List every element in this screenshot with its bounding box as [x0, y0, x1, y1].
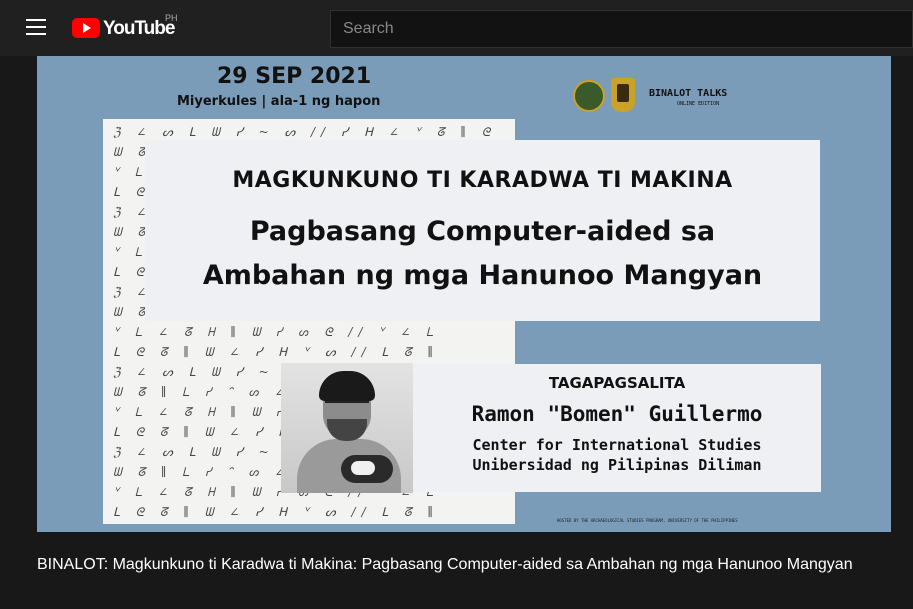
headline: MAGKUNKUNO TI KARADWA TI MAKINA	[232, 168, 733, 193]
host-credit: HOSTED BY THE ARCHAEOLOGICAL STUDIES PRO…	[557, 518, 738, 523]
speaker-photo	[281, 363, 413, 493]
search-box[interactable]	[330, 10, 913, 48]
video-player[interactable]: 29 SEP 2021 Miyerkules | ala-1 ng hapon …	[37, 56, 891, 532]
speaker-name: Ramon "Bomen" Guillermo	[471, 402, 763, 426]
program-seal-icon	[611, 78, 635, 112]
subtitle-line-1: Pagbasang Computer-aided sa	[249, 216, 716, 247]
hamburger-menu-icon[interactable]	[26, 19, 46, 35]
event-date: 29 SEP 2021	[217, 64, 372, 89]
affiliation-line-2: Unibersidad ng Pilipinas Diliman	[472, 456, 762, 474]
university-seal-icon	[573, 80, 605, 112]
speaker-box: TAGAPAGSALITA Ramon "Bomen" Guillermo Ce…	[413, 364, 821, 492]
series-name: BINALOT TALKS	[649, 88, 728, 99]
country-code: PH	[165, 13, 178, 23]
title-box: MAGKUNKUNO TI KARADWA TI MAKINA Pagbasan…	[145, 140, 820, 321]
youtube-play-icon	[72, 18, 100, 38]
search-input[interactable]	[331, 11, 912, 47]
speaker-label: TAGAPAGSALITA	[548, 374, 686, 392]
subtitle-line-2: Ambahan ng mga Hanunoo Mangyan	[202, 260, 763, 291]
top-bar: YouTube PH	[0, 0, 913, 56]
video-title: BINALOT: Magkunkuno ti Karadwa ti Makina…	[37, 556, 853, 573]
series-edition: ONLINE EDITION	[677, 101, 720, 107]
logo-text: YouTube	[103, 18, 175, 39]
event-time: Miyerkules | ala-1 ng hapon	[177, 94, 381, 109]
affiliation-line-1: Center for International Studies	[472, 436, 762, 454]
